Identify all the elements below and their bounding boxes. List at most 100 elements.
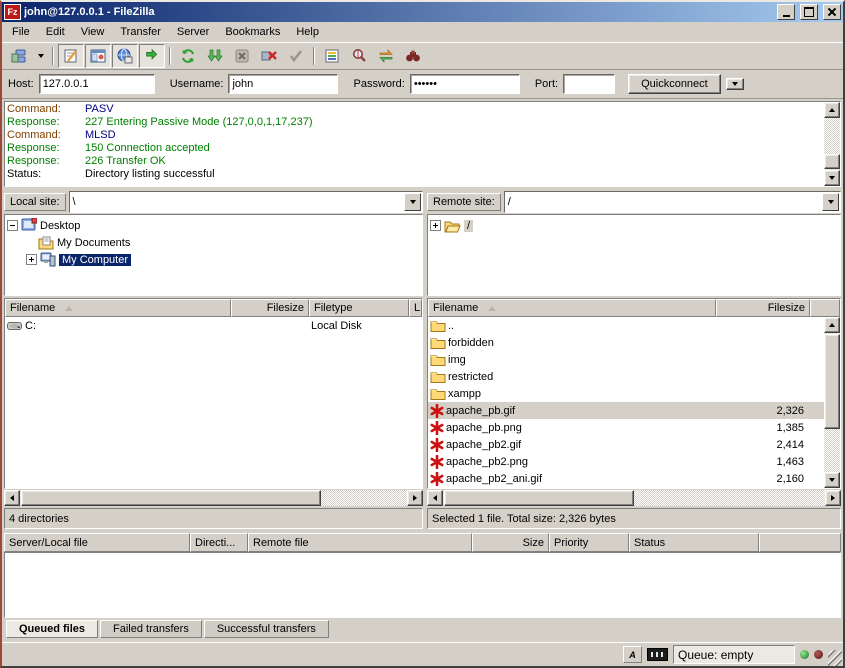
column-header-filename[interactable]: Filename [428, 299, 716, 317]
menu-server[interactable]: Server [169, 23, 217, 41]
username-input[interactable] [228, 74, 338, 94]
toggle-local-tree-button[interactable] [85, 44, 111, 68]
toggle-transfer-queue-button[interactable] [139, 44, 165, 68]
toolbar [2, 42, 843, 70]
remote-file-row[interactable]: .. [428, 317, 824, 334]
tree-item-my-documents[interactable]: My Documents [7, 234, 420, 251]
log-line-text: MLSD [85, 129, 116, 142]
scroll-left-button[interactable] [4, 490, 20, 506]
synchronized-browsing-icon [378, 48, 394, 64]
queue-status: Queue: empty [673, 645, 795, 664]
close-button[interactable] [823, 4, 841, 20]
image-file-icon [430, 421, 444, 435]
column-header-filesize[interactable]: Filesize [231, 299, 309, 317]
column-header-status[interactable]: Status [629, 533, 759, 552]
find-files-button[interactable] [400, 44, 426, 68]
scroll-down-button[interactable] [824, 472, 840, 488]
column-header-size[interactable]: Size [472, 533, 549, 552]
password-input[interactable] [410, 74, 520, 94]
quickconnect-button[interactable]: Quickconnect [628, 74, 721, 94]
maximize-button[interactable] [800, 4, 818, 20]
remote-file-row[interactable]: forbidden [428, 334, 824, 351]
local-site-dropdown[interactable] [404, 193, 421, 211]
toolbar-separator [169, 47, 171, 65]
remote-site-combo[interactable]: / [504, 191, 841, 213]
column-header-filetype[interactable]: Filetype [309, 299, 409, 317]
remote-file-row[interactable]: apache_pb.png 1,385 [428, 419, 824, 436]
remote-tree: / [427, 214, 841, 296]
reconnect-button[interactable] [283, 44, 309, 68]
scroll-up-button[interactable] [824, 317, 840, 333]
process-queue-button[interactable] [202, 44, 228, 68]
tab-queued-files[interactable]: Queued files [6, 620, 98, 638]
column-header-direction[interactable]: Directi... [190, 533, 248, 552]
scroll-right-button[interactable] [407, 490, 423, 506]
remote-file-row[interactable]: apache_pb2.gif 2,414 [428, 436, 824, 453]
host-input[interactable] [39, 74, 155, 94]
arrow-left-icon [433, 495, 437, 501]
synchronized-browsing-button[interactable] [373, 44, 399, 68]
log-scrollbar[interactable] [824, 102, 840, 186]
column-header-remote-file[interactable]: Remote file [248, 533, 472, 552]
filter-button[interactable] [319, 44, 345, 68]
tree-item-desktop[interactable]: Desktop [7, 217, 420, 234]
menu-transfer[interactable]: Transfer [112, 23, 169, 41]
scroll-thumb[interactable] [824, 154, 840, 169]
arrow-up-icon [829, 108, 835, 112]
minimize-icon [783, 15, 790, 17]
local-site-combo[interactable]: \ [69, 191, 423, 213]
column-header-priority[interactable]: Priority [549, 533, 629, 552]
tab-failed-transfers[interactable]: Failed transfers [100, 620, 202, 638]
remote-site-dropdown[interactable] [822, 193, 839, 211]
local-horizontal-scrollbar[interactable] [4, 490, 423, 506]
menu-view[interactable]: View [73, 23, 113, 41]
disconnect-button[interactable] [256, 44, 282, 68]
scroll-right-button[interactable] [825, 490, 841, 506]
recv-activity-light [800, 650, 809, 659]
scroll-thumb[interactable] [824, 334, 840, 429]
scroll-thumb[interactable] [444, 490, 634, 506]
scroll-up-button[interactable] [824, 102, 840, 118]
collapse-icon[interactable] [7, 220, 18, 231]
tree-item-root[interactable]: / [430, 217, 838, 234]
remote-horizontal-scrollbar[interactable] [427, 490, 841, 506]
remote-file-row-selected[interactable]: apache_pb.gif 2,326 [428, 402, 824, 419]
toggle-message-log-button[interactable] [58, 44, 84, 68]
quickconnect-dropdown[interactable] [726, 78, 744, 90]
menu-edit[interactable]: Edit [38, 23, 73, 41]
resize-grip[interactable] [828, 650, 842, 666]
column-header-server-local-file[interactable]: Server/Local file [4, 533, 190, 552]
remote-vertical-scrollbar[interactable] [824, 317, 840, 488]
column-header-filename[interactable]: Filename [5, 299, 231, 317]
speed-limit-icon[interactable] [647, 648, 668, 661]
remote-file-row[interactable]: apache_pb2.png 1,463 [428, 453, 824, 470]
minimize-button[interactable] [777, 4, 795, 20]
transfer-type-indicator-icon[interactable]: A [623, 646, 642, 663]
scroll-left-button[interactable] [427, 490, 443, 506]
remote-file-row[interactable]: apache_pb2_ani.gif 2,160 [428, 470, 824, 487]
local-file-row[interactable]: C: Local Disk [5, 317, 422, 334]
cancel-button[interactable] [229, 44, 255, 68]
remote-list-header: Filename Filesize [428, 299, 840, 317]
scroll-thumb[interactable] [21, 490, 321, 506]
remote-file-row[interactable]: img [428, 351, 824, 368]
tree-item-my-computer[interactable]: My Computer [7, 251, 420, 268]
toggle-remote-tree-button[interactable] [112, 44, 138, 68]
column-header-lastmodified[interactable]: L [409, 299, 422, 317]
port-input[interactable] [563, 74, 615, 94]
expand-icon[interactable] [430, 220, 441, 231]
directory-comparison-button[interactable] [346, 44, 372, 68]
open-folder-icon [444, 219, 461, 233]
remote-file-row[interactable]: xampp [428, 385, 824, 402]
tab-successful-transfers[interactable]: Successful transfers [204, 620, 329, 638]
column-header-filesize[interactable]: Filesize [716, 299, 810, 317]
site-manager-button[interactable] [6, 44, 32, 68]
menu-file[interactable]: File [4, 23, 38, 41]
scroll-down-button[interactable] [824, 170, 840, 186]
refresh-button[interactable] [175, 44, 201, 68]
site-manager-dropdown[interactable] [33, 44, 48, 68]
menu-bookmarks[interactable]: Bookmarks [217, 23, 288, 41]
menu-help[interactable]: Help [288, 23, 327, 41]
remote-file-row[interactable]: restricted [428, 368, 824, 385]
expand-icon[interactable] [26, 254, 37, 265]
